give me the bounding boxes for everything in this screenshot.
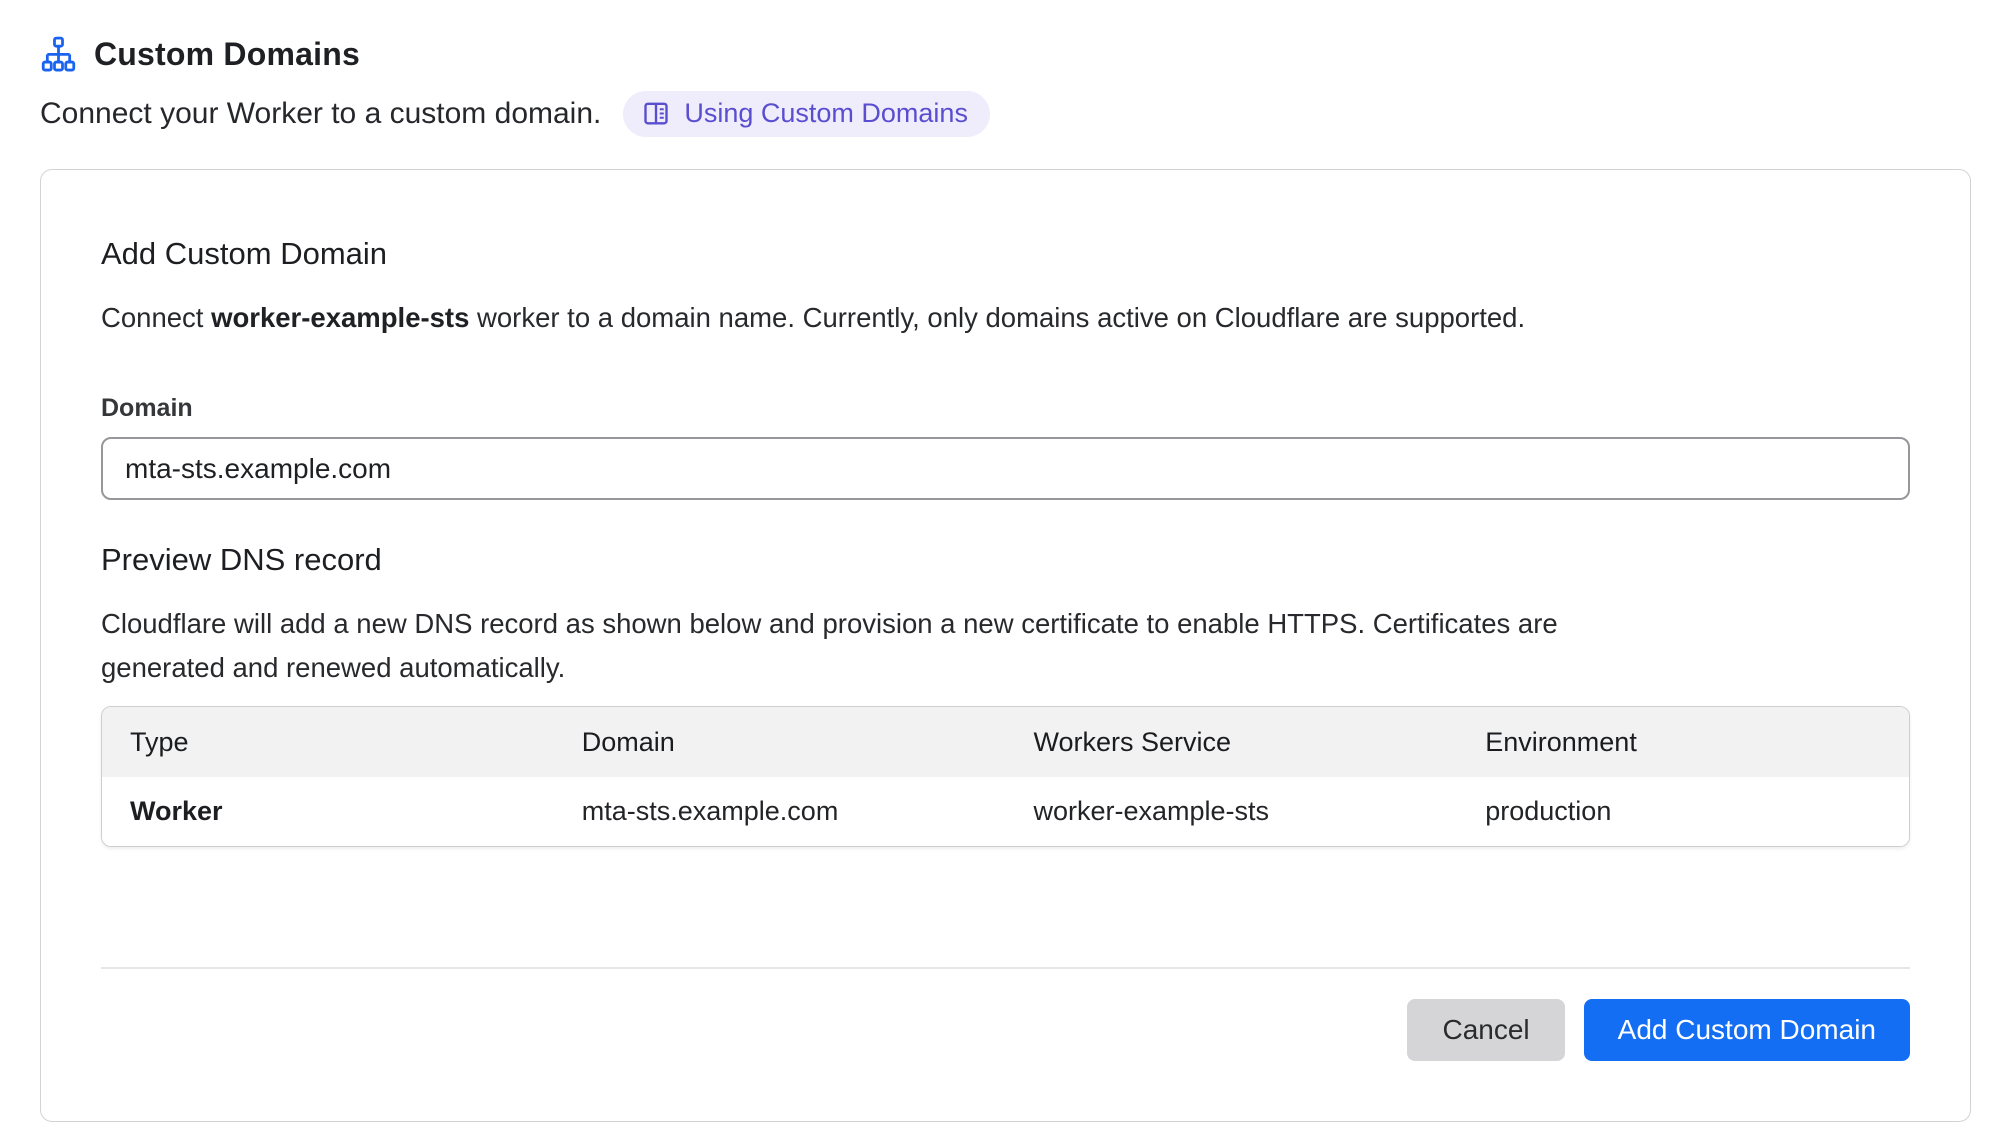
column-header-domain: Domain <box>554 707 1006 777</box>
add-custom-domain-button[interactable]: Add Custom Domain <box>1584 999 1910 1061</box>
card-intro-text: Connect worker-example-sts worker to a d… <box>101 298 1910 338</box>
intro-prefix: Connect <box>101 302 211 333</box>
cell-record-environment: production <box>1457 777 1909 846</box>
worker-name: worker-example-sts <box>211 302 469 333</box>
cell-record-type: Worker <box>102 777 554 846</box>
table-header-row: Type Domain Workers Service Environment <box>102 707 1909 777</box>
column-header-workers-service: Workers Service <box>1006 707 1458 777</box>
column-header-environment: Environment <box>1457 707 1909 777</box>
domain-field-label: Domain <box>101 394 1910 423</box>
card-actions: Cancel Add Custom Domain <box>101 999 1910 1061</box>
cancel-button[interactable]: Cancel <box>1407 999 1564 1061</box>
preview-desc-line: Cloudflare will add a new DNS record as … <box>101 602 1910 646</box>
domain-input[interactable] <box>101 437 1910 500</box>
sitemap-icon <box>40 36 77 73</box>
column-header-type: Type <box>102 707 554 777</box>
preview-dns-description: Cloudflare will add a new DNS record as … <box>101 602 1910 690</box>
docs-link-label: Using Custom Domains <box>684 100 968 127</box>
table-row: Worker mta-sts.example.com worker-exampl… <box>102 777 1909 846</box>
intro-suffix: worker to a domain name. Currently, only… <box>469 302 1525 333</box>
cell-record-domain: mta-sts.example.com <box>554 777 1006 846</box>
footer-divider <box>101 967 1910 969</box>
docs-link-badge[interactable]: Using Custom Domains <box>623 91 990 137</box>
cell-record-workers-service: worker-example-sts <box>1006 777 1458 846</box>
preview-dns-heading: Preview DNS record <box>101 542 1910 578</box>
custom-domains-page: Custom Domains Connect your Worker to a … <box>0 0 1999 1122</box>
add-custom-domain-card: Add Custom Domain Connect worker-example… <box>40 169 1971 1122</box>
page-title: Custom Domains <box>94 36 360 73</box>
card-heading: Add Custom Domain <box>101 236 1910 272</box>
preview-desc-line: generated and renewed automatically. <box>101 646 1910 690</box>
page-header: Custom Domains <box>40 36 1971 73</box>
page-subtitle: Connect your Worker to a custom domain. <box>40 97 601 131</box>
open-book-icon <box>641 99 671 129</box>
page-subtitle-row: Connect your Worker to a custom domain. … <box>40 91 1971 137</box>
dns-preview-table: Type Domain Workers Service Environment … <box>101 706 1910 847</box>
